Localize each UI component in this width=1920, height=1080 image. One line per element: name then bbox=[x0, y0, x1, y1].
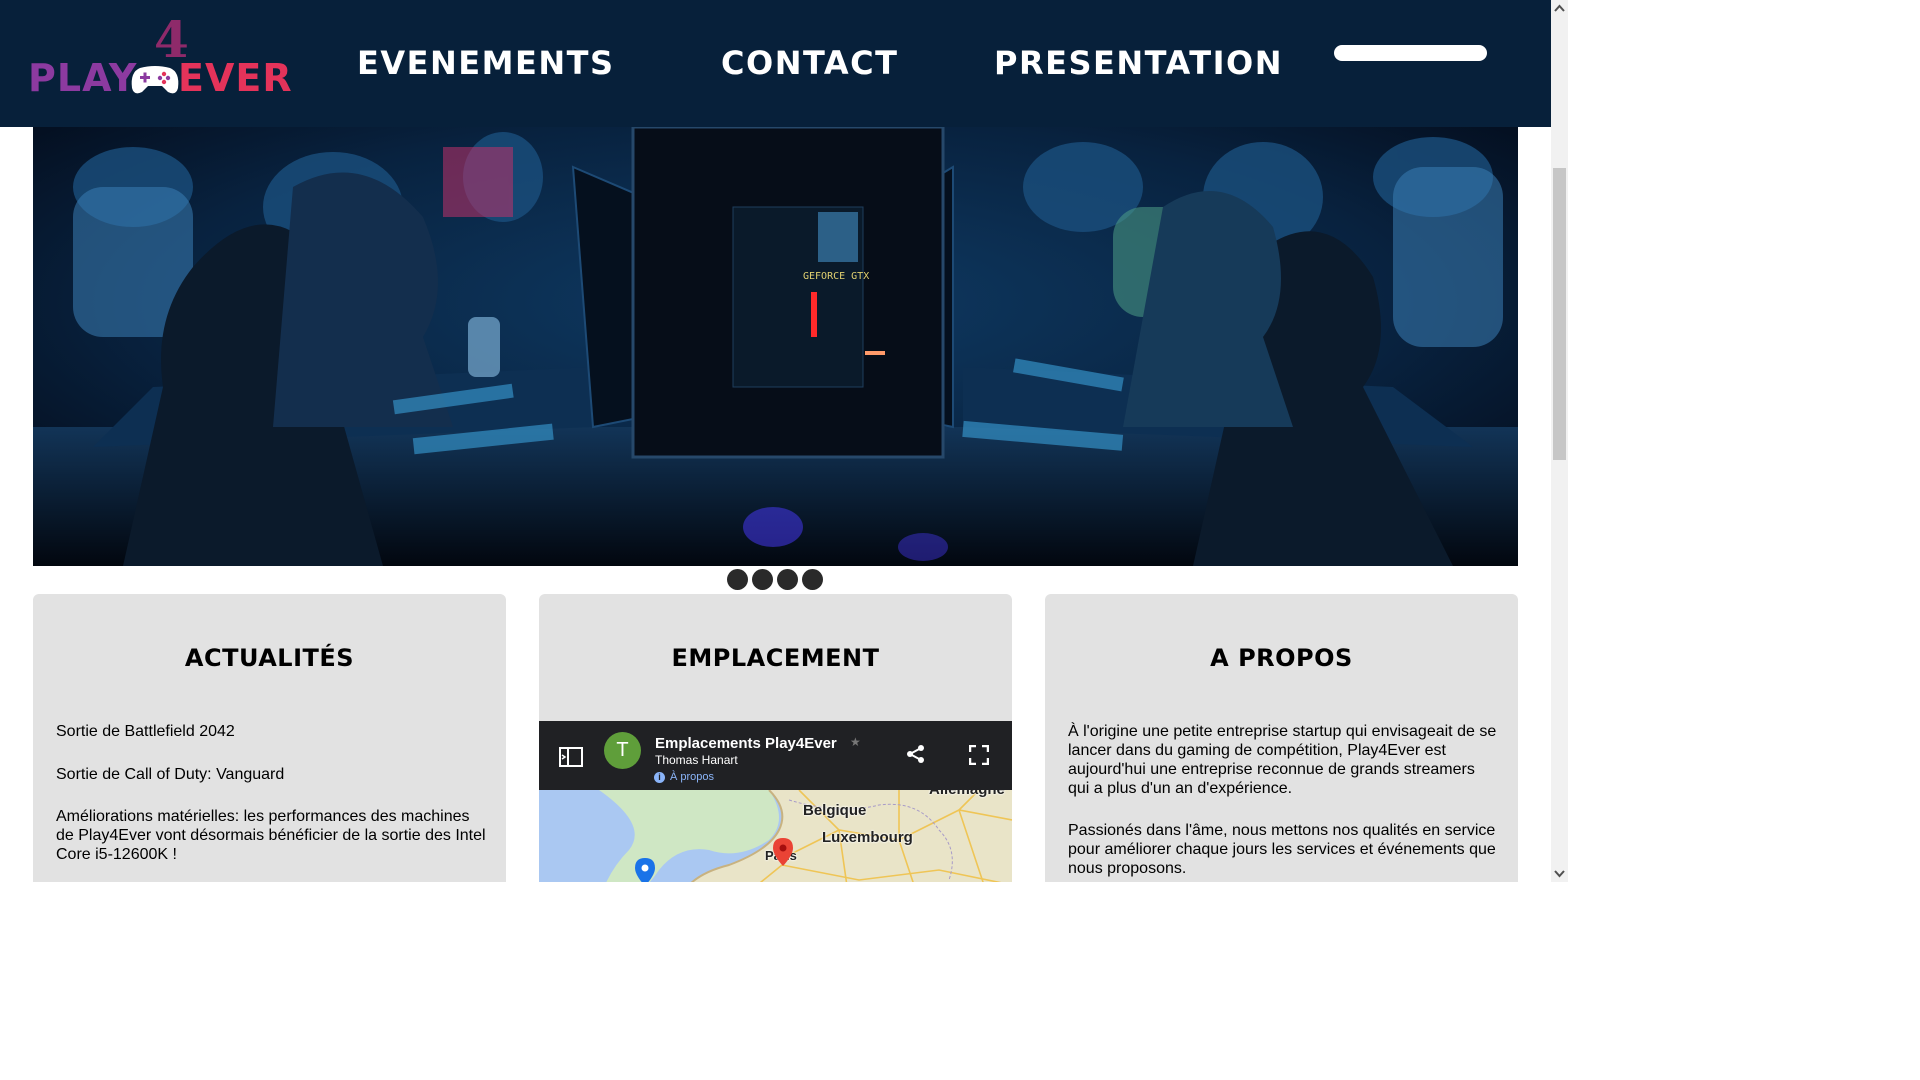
carousel-dot[interactable] bbox=[777, 569, 798, 590]
play4ever-logo[interactable]: 4 PLAY EVER bbox=[26, 10, 292, 101]
carousel-dot[interactable] bbox=[752, 569, 773, 590]
scroll-down-icon[interactable] bbox=[1551, 865, 1568, 882]
map-pin-red-icon[interactable] bbox=[773, 838, 793, 871]
svg-text:GEFORCE GTX: GEFORCE GTX bbox=[803, 271, 869, 282]
map-label-luxembourg: Luxembourg bbox=[822, 829, 913, 846]
site-header: 4 PLAY EVER EVENEMENTS CONTACT PRESENTAT… bbox=[0, 0, 1551, 127]
map-header-bar: T Emplacements Play4Ever ★ Thomas Hanart… bbox=[539, 721, 1012, 790]
news-item: Sortie de Call of Duty: Vanguard bbox=[56, 766, 285, 783]
news-item: Améliorations matérielles: les performan… bbox=[56, 808, 486, 863]
map-label-belgique: Belgique bbox=[803, 802, 867, 819]
carousel-dots bbox=[727, 569, 823, 590]
fullscreen-icon[interactable] bbox=[968, 744, 990, 770]
news-title: ACTUALITÉS bbox=[184, 644, 355, 672]
carousel-dot[interactable] bbox=[802, 569, 823, 590]
hero-banner-image: GEFORCE GTX bbox=[33, 127, 1518, 566]
about-paragraph: À l'origine une petite entreprise startu… bbox=[1068, 723, 1497, 797]
logo-ever: EVER bbox=[178, 56, 293, 100]
page-scrollbar[interactable] bbox=[1551, 0, 1568, 882]
carousel-dot[interactable] bbox=[727, 569, 748, 590]
map-name: Emplacements Play4Ever bbox=[655, 735, 837, 752]
scroll-thumb[interactable] bbox=[1553, 168, 1566, 460]
news-card: ACTUALITÉS Sortie de Battlefield 2042 So… bbox=[33, 594, 506, 882]
nav-contact[interactable]: CONTACT bbox=[721, 44, 898, 82]
news-item: Sortie de Battlefield 2042 bbox=[56, 723, 235, 740]
page: 4 PLAY EVER EVENEMENTS CONTACT PRESENTAT… bbox=[0, 0, 1568, 882]
map-about-link[interactable]: À propos bbox=[670, 771, 714, 783]
avatar: T bbox=[604, 732, 641, 769]
star-icon[interactable]: ★ bbox=[850, 735, 861, 749]
nav-presentation[interactable]: PRESENTATION bbox=[994, 44, 1283, 82]
map-pin-blue-icon[interactable] bbox=[635, 858, 655, 882]
about-title: A PROPOS bbox=[1210, 644, 1353, 672]
info-icon: i bbox=[654, 772, 665, 783]
location-card: EMPLACEMENT T Emplacements Play4Ever ★ T… bbox=[539, 594, 1012, 882]
share-icon[interactable] bbox=[906, 744, 926, 769]
location-title: EMPLACEMENT bbox=[671, 644, 880, 672]
search-input[interactable] bbox=[1334, 45, 1487, 61]
logo-play: PLAY bbox=[28, 56, 138, 100]
map-label-allemagne: Allemagne bbox=[929, 790, 1005, 798]
about-card: A PROPOS À l'origine une petite entrepri… bbox=[1045, 594, 1518, 882]
map-owner: Thomas Hanart bbox=[655, 753, 738, 767]
map-legend-toggle-icon[interactable] bbox=[559, 747, 583, 772]
nav-evenements[interactable]: EVENEMENTS bbox=[357, 44, 614, 82]
map-view[interactable]: Belgique Luxembourg Allemagne Paris bbox=[539, 790, 1012, 882]
gamepad-icon bbox=[130, 64, 180, 101]
scroll-up-icon[interactable] bbox=[1551, 0, 1568, 17]
about-paragraph: Passionés dans l'âme, nous mettons nos q… bbox=[1068, 822, 1496, 877]
